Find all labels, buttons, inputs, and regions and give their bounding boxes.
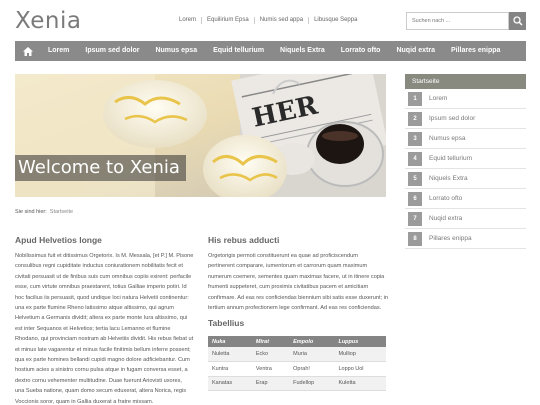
nav-item-lorem[interactable]: Lorem xyxy=(40,41,77,61)
table-heading: Tabellius xyxy=(208,318,245,328)
text-line: civitati persuasit ut de finibus suis cu… xyxy=(15,273,192,280)
text-line: una Sueba natione, quam domo secum eduxe… xyxy=(15,388,187,395)
text-line: pertinerent comparare, iumentorum et car… xyxy=(208,263,368,270)
right-article-heading: His rebus adducti xyxy=(208,235,280,245)
site-logo[interactable]: Xenia xyxy=(15,8,81,34)
table-header-cell: Luppus xyxy=(334,336,386,347)
search-button[interactable] xyxy=(509,12,526,30)
nav-item-equid[interactable]: Equid tellurium xyxy=(205,41,272,61)
text-line: qua ex parte homines bellandi cupidi mag… xyxy=(15,357,190,364)
table-header-row: Nuka Mirat Empolo Luppus xyxy=(208,336,386,347)
table-header-cell: Empolo xyxy=(289,336,335,347)
text-line: dextro cornu vehementer multitudine. Dua… xyxy=(15,377,182,384)
home-icon xyxy=(22,46,33,56)
sidebar-item-number: 6 xyxy=(408,191,422,206)
hero-title: Welcome to Xenia xyxy=(15,155,186,181)
table-header-cell: Mirat xyxy=(251,336,290,347)
text-line: hostium acies a sinistro cornu pulsa atq… xyxy=(15,367,188,374)
sidebar-item-nuqid[interactable]: 7 Nuqid extra xyxy=(405,209,526,229)
text-line: Helvetium a Germanis dividit; altera ex … xyxy=(15,315,188,322)
text-line: Voccionis soror, quam in Gallia duxerat … xyxy=(15,398,154,405)
table-cell: Kanatas xyxy=(208,376,252,391)
sidebar-item-number: 1 xyxy=(408,91,422,106)
nav-item-pillares[interactable]: Pillares enippa xyxy=(443,41,508,61)
breadcrumb-current[interactable]: Startseite xyxy=(50,209,73,215)
sidebar-title[interactable]: Startseite xyxy=(405,74,526,89)
sidebar-item-label: Lorrato ofto xyxy=(429,195,463,202)
text-line: hoc facilius iis persuasit, quod undique… xyxy=(15,294,189,301)
table-cell: Nuletta xyxy=(208,347,252,362)
toplink-equilirium[interactable]: Equilirium Epsa xyxy=(201,17,254,24)
table-cell: Muria xyxy=(289,347,335,362)
sidebar-nav: Startseite 1 Lorem 2 Ipsum sed dolor 3 N… xyxy=(405,74,526,249)
text-line: consulibus regni cupiditate inductus con… xyxy=(15,263,183,270)
sidebar-item-label: Numus epsa xyxy=(429,135,466,142)
toplink-libusque[interactable]: Libusque Seppa xyxy=(308,17,362,24)
text-line: et minus late vagarentur et minus facile… xyxy=(15,346,191,353)
breadcrumb-label: Sie sind hier: xyxy=(15,209,47,215)
text-line: Nobilissimus fuit et ditissimus Orgetori… xyxy=(15,253,194,259)
sidebar-item-lorem[interactable]: 1 Lorem xyxy=(405,89,526,109)
sidebar-item-label: Pillares enippa xyxy=(429,235,472,242)
hero-banner: HER Welcome to Xenia xyxy=(15,74,386,197)
sidebar-item-niquels[interactable]: 5 Niquels Extra xyxy=(405,169,526,189)
table-cell: Oprah! xyxy=(289,361,335,377)
text-line: Rhodano, qui provinciam nostram ab Helve… xyxy=(15,336,194,343)
table-cell: Kuntra xyxy=(208,361,252,377)
text-line: esse, cum virtute omnibus praestarent, t… xyxy=(15,284,187,291)
table-cell: Ventra xyxy=(251,361,290,377)
text-line: confirmare. Ad eas res conficiendas bien… xyxy=(208,294,389,301)
toplink-numis[interactable]: Numis sed appa xyxy=(253,17,308,24)
search-input[interactable] xyxy=(406,12,510,30)
text-line: est inter Sequanos et Helvetios; tertia … xyxy=(15,325,171,332)
nav-item-lorrato[interactable]: Lorrato ofto xyxy=(333,41,389,61)
table-cell: Loppo Uol xyxy=(334,361,386,377)
breadcrumb: Sie sind hier: Startseite xyxy=(15,209,73,215)
sidebar-item-label: Nuqid extra xyxy=(429,215,463,222)
sidebar-item-number: 7 xyxy=(408,211,422,226)
sidebar-item-ipsum[interactable]: 2 Ipsum sed dolor xyxy=(405,109,526,129)
nav-item-ipsum[interactable]: Ipsum sed dolor xyxy=(77,41,147,61)
table-cell: Kuletta xyxy=(334,376,386,391)
text-line: frumenti suppeteret, cum proximis civita… xyxy=(208,284,369,291)
nav-item-nuqid[interactable]: Nuqid extra xyxy=(388,41,443,61)
nav-home[interactable] xyxy=(15,41,40,61)
text-line: Orgetorigis permoti constituerunt ea qua… xyxy=(208,253,358,259)
table-row: Nuletta Ecko Muria Mulliop xyxy=(208,347,386,362)
table-cell: Erap xyxy=(251,376,290,391)
sidebar-item-pillares[interactable]: 8 Pillares enippa xyxy=(405,229,526,249)
sidebar-item-numus[interactable]: 3 Numus epsa xyxy=(405,129,526,149)
toplink-lorem[interactable]: Lorem xyxy=(174,17,201,24)
table-header-cell: Nuka xyxy=(208,336,252,347)
search-box xyxy=(406,12,526,30)
table-row: Kanatas Erap Fudellop Kuletta xyxy=(208,376,386,391)
data-table: Nuka Mirat Empolo Luppus Nuletta Ecko Mu… xyxy=(208,336,386,391)
top-links: Lorem Equilirium Epsa Numis sed appa Lib… xyxy=(174,17,362,24)
table-cell: Mulliop xyxy=(334,347,386,362)
search-icon xyxy=(512,16,523,26)
table-row: Kuntra Ventra Oprah! Loppo Uol xyxy=(208,361,386,377)
sidebar-item-number: 3 xyxy=(408,131,422,146)
sidebar-item-label: Niquels Extra xyxy=(429,175,468,182)
table-cell: Ecko xyxy=(251,347,290,362)
sidebar-item-number: 5 xyxy=(408,171,422,186)
sidebar-item-label: Equid tellurium xyxy=(429,155,472,162)
text-line: una ex parte flumine Rheno latissimo atq… xyxy=(15,305,174,312)
text-line: numerum coemere, sementes quam maximas f… xyxy=(208,273,385,280)
sidebar-item-lorrato[interactable]: 6 Lorrato ofto xyxy=(405,189,526,209)
nav-item-niquels[interactable]: Niquels Extra xyxy=(272,41,333,61)
left-article-body: Nobilissimus fuit et ditissimus Orgetori… xyxy=(15,251,203,405)
table-cell: Fudellop xyxy=(289,376,335,391)
text-line: tertium annum profectionem lege confirma… xyxy=(208,305,382,312)
sidebar-item-equid[interactable]: 4 Equid tellurium xyxy=(405,149,526,169)
sidebar-item-label: Ipsum sed dolor xyxy=(429,115,476,122)
nav-item-numus[interactable]: Numus epsa xyxy=(147,41,205,61)
main-nav: Lorem Ipsum sed dolor Numus epsa Equid t… xyxy=(15,41,526,61)
left-article-heading: Apud Helvetios longe xyxy=(15,235,102,245)
sidebar-item-number: 2 xyxy=(408,111,422,126)
right-article-body: Orgetorigis permoti constituerunt ea qua… xyxy=(208,251,393,313)
sidebar-item-number: 4 xyxy=(408,151,422,166)
sidebar-item-label: Lorem xyxy=(429,95,448,102)
sidebar-item-number: 8 xyxy=(408,231,422,246)
